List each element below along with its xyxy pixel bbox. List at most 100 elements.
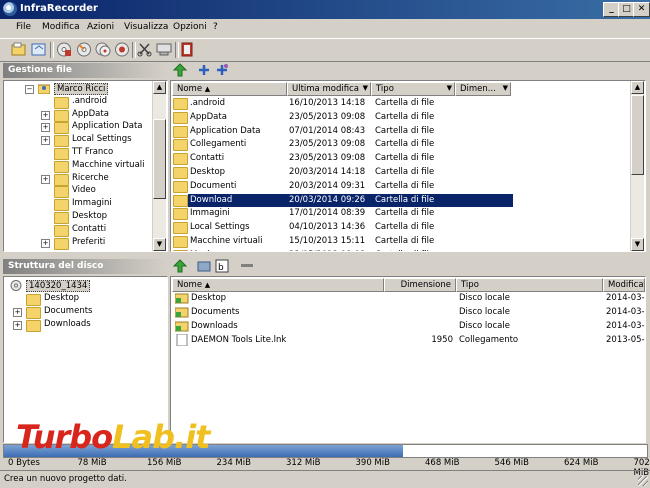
file-list-vscrollbar[interactable]: ▲ ▼ — [630, 81, 644, 251]
file-name: Immagini — [190, 208, 285, 218]
folder-icon — [173, 195, 188, 207]
file-row[interactable]: Contatti23/05/2013 09:08Cartella di file — [188, 152, 513, 165]
exit-icon[interactable] — [180, 42, 196, 57]
file-type: Cartella di file — [375, 222, 457, 232]
file-row[interactable]: Immagini17/01/2014 08:39Cartella di file — [188, 207, 513, 220]
close-button[interactable]: ✕ — [633, 2, 650, 17]
tracks-icon[interactable] — [137, 42, 153, 57]
tree-item[interactable]: Contatti — [4, 223, 152, 236]
folder-tree-vscrollbar[interactable]: ▲ ▼ — [152, 81, 166, 251]
erase-disc-icon[interactable] — [114, 42, 130, 57]
tree-item[interactable]: + Downloads — [4, 318, 167, 331]
disc-icon — [10, 280, 22, 291]
scroll-down-button[interactable]: ▼ — [153, 238, 166, 251]
disc-file-row[interactable]: DownloadsDisco locale2014-03-... — [173, 320, 645, 333]
open-project-icon[interactable] — [31, 42, 47, 57]
tree-item[interactable]: .android — [4, 95, 152, 108]
up-folder-icon[interactable] — [173, 63, 187, 77]
file-row[interactable]: Collegamenti23/05/2013 09:08Cartella di … — [188, 138, 513, 151]
tree-item[interactable]: +Documents — [4, 305, 167, 318]
rename-icon[interactable]: b — [215, 259, 229, 273]
tree-item[interactable]: 140320_1434 — [4, 279, 167, 292]
expand-icon[interactable]: + — [41, 175, 50, 184]
disc-col-size-header[interactable]: Dimensione — [384, 278, 456, 292]
col-type-header[interactable]: Tipo▼ — [371, 82, 455, 96]
menu-file[interactable]: File — [16, 22, 31, 32]
resize-grip[interactable] — [638, 476, 648, 486]
file-row[interactable]: Application Data07/01/2014 08:43Cartella… — [188, 125, 513, 138]
scroll-down-button[interactable]: ▼ — [631, 238, 644, 251]
file-date: 07/01/2014 08:43 — [289, 126, 371, 136]
tree-item[interactable]: +Application Data — [4, 120, 152, 133]
tree-item[interactable]: Desktop — [4, 210, 152, 223]
file-row[interactable]: .android16/10/2013 14:18Cartella di file — [188, 97, 513, 110]
tree-item[interactable]: +Local Settings — [4, 133, 152, 146]
file-row[interactable]: Musica 23/05/2013 09:08 Cartella di file — [188, 249, 513, 252]
disc-file-row[interactable]: DocumentsDisco locale2014-03-... — [173, 306, 645, 319]
expand-icon[interactable]: + — [41, 111, 50, 120]
tree-item[interactable]: Video — [4, 184, 152, 197]
capacity-scale-label: 390 MiB — [356, 458, 390, 468]
remove-icon[interactable] — [241, 264, 253, 267]
tree-item[interactable]: Immagini — [4, 197, 152, 210]
col-name-header[interactable]: Nome ▲ — [172, 82, 287, 96]
file-row[interactable]: Local Settings04/10/2013 14:36Cartella d… — [188, 221, 513, 234]
new-project-icon[interactable] — [11, 42, 27, 57]
file-type: Cartella di file — [375, 208, 457, 218]
menu-modifica[interactable]: Modifica — [42, 22, 80, 32]
disc-file-row[interactable]: DesktopDisco locale2014-03-... — [173, 292, 645, 305]
tree-item[interactable]: Desktop — [4, 292, 167, 305]
file-name: Musica — [190, 250, 285, 252]
menu-azioni[interactable]: Azioni — [87, 22, 114, 32]
disc-col-type-header[interactable]: Tipo — [456, 278, 603, 292]
burn-disc-icon[interactable] — [76, 42, 92, 57]
capacity-scale-label: 624 MiB — [564, 458, 598, 468]
tree-item[interactable]: +Preferiti — [4, 236, 152, 249]
folder-icon — [173, 236, 188, 248]
file-name: Desktop — [190, 167, 285, 177]
scroll-thumb[interactable] — [153, 119, 166, 199]
tree-item[interactable]: +AppData — [4, 108, 152, 121]
file-type: Cartella di file — [375, 250, 457, 252]
file-row[interactable]: Desktop20/03/2014 14:18Cartella di file — [188, 166, 513, 179]
col-modified-header[interactable]: Ultima modifica▼ — [287, 82, 371, 96]
folder-icon — [54, 238, 69, 250]
tree-item[interactable]: −Marco Ricci — [4, 82, 152, 95]
expand-icon[interactable]: + — [13, 308, 22, 317]
menu-help[interactable]: ? — [213, 22, 218, 32]
file-row[interactable]: AppData23/05/2013 09:08Cartella di file — [188, 111, 513, 124]
tree-item-label: Desktop — [70, 211, 109, 221]
tree-item[interactable]: Macchine virtuali — [4, 159, 152, 172]
copy-disc-icon[interactable] — [95, 42, 111, 57]
tree-item-label: Downloads — [42, 319, 93, 329]
tree-item[interactable]: TT Franco — [4, 146, 152, 159]
file-row[interactable]: Macchine virtuali15/10/2013 15:11Cartell… — [188, 235, 513, 248]
disc-structure-title: Struttura del disco — [8, 261, 103, 271]
file-date: 23/05/2013 09:08 — [289, 250, 371, 252]
expand-icon[interactable]: + — [41, 123, 50, 132]
new-folder-icon[interactable] — [197, 259, 211, 273]
menu-visualizza[interactable]: Visualizza — [124, 22, 168, 32]
disc-col-name-header[interactable]: Nome ▲ — [172, 278, 384, 292]
disc-info-icon[interactable] — [156, 42, 172, 57]
scroll-up-button[interactable]: ▲ — [153, 81, 166, 94]
expand-icon[interactable]: + — [13, 321, 22, 330]
folder-icon — [175, 306, 189, 318]
menu-opzioni[interactable]: Opzioni — [173, 22, 207, 32]
add-file-icon[interactable] — [197, 63, 211, 77]
add-all-icon[interactable] — [215, 63, 229, 77]
scroll-up-button[interactable]: ▲ — [631, 81, 644, 94]
up-folder-icon[interactable] — [173, 259, 187, 273]
expand-icon[interactable]: + — [41, 136, 50, 145]
collapse-icon[interactable]: − — [25, 85, 34, 94]
expand-icon[interactable]: + — [41, 239, 50, 248]
file-row[interactable]: Documenti20/03/2014 09:31Cartella di fil… — [188, 180, 513, 193]
disc-file-row[interactable]: DAEMON Tools Lite.lnk1950Collegamento201… — [173, 334, 645, 347]
disc-col-modified-header[interactable]: Modificato — [603, 278, 645, 292]
file-row[interactable]: Download20/03/2014 09:26Cartella di file — [188, 194, 513, 207]
folder-icon — [173, 167, 188, 179]
scroll-thumb[interactable] — [631, 95, 644, 175]
burn-image-icon[interactable] — [56, 42, 72, 57]
col-size-header[interactable]: Dimen...▼ — [455, 82, 511, 96]
tree-item[interactable]: +Ricerche — [4, 172, 152, 185]
